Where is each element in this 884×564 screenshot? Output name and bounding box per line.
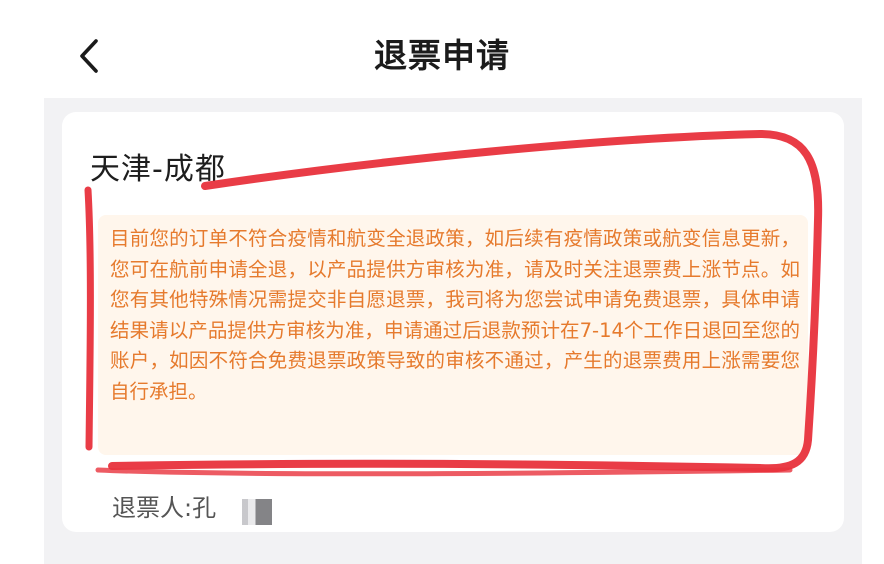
route-title: 天津-成都 — [90, 152, 226, 187]
refund-application-page: 退票申请 天津-成都 目前您的订单不符合疫情和航变全退政策，如后续有疫情政策或航… — [0, 0, 884, 564]
passenger-name: 孔 — [192, 494, 217, 522]
passenger-label: 退票人: — [112, 494, 193, 522]
page-title: 退票申请 — [374, 36, 510, 75]
redacted-name-block — [242, 499, 272, 525]
nav-bar: 退票申请 — [0, 0, 884, 96]
passenger-row: 退票人:孔 — [112, 492, 216, 524]
refund-policy-text: 目前您的订单不符合疫情和航变全退政策，如后续有疫情政策或航变信息更新，您可在航前… — [110, 227, 800, 403]
